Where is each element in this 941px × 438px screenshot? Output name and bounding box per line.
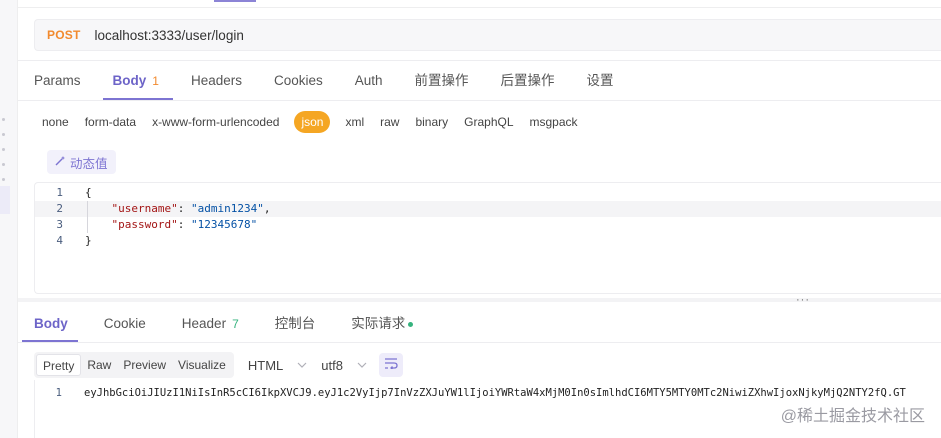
tab-auth[interactable]: Auth: [355, 62, 383, 100]
url-bar[interactable]: POST localhost:3333/user/login: [34, 19, 941, 51]
response-tabs: Body Cookie Header 7 控制台 实际请求: [22, 306, 449, 342]
line-number: 1: [55, 387, 62, 399]
json-comma: ,: [263, 202, 271, 215]
encoding-select-value: utf8: [321, 357, 343, 373]
body-type-urlencoded[interactable]: x-www-form-urlencoded: [151, 111, 280, 133]
json-value: "admin1234": [190, 202, 264, 215]
code-text: {: [85, 186, 92, 199]
line-number: 3: [56, 218, 63, 231]
wrap-lines-icon: [384, 356, 398, 374]
response-tab-cookie[interactable]: Cookie: [104, 306, 146, 342]
body-type-graphql[interactable]: GraphQL: [463, 111, 514, 133]
response-token-text: eyJhbGciOiJIUzI1NiIsInR5cCI6IkpXVCJ9.eyJ…: [84, 387, 906, 399]
dynamic-value-label: 动态值: [70, 156, 108, 171]
json-body-editor[interactable]: 1 { 2 "username": "admin1234", 3 "passwo…: [34, 182, 941, 294]
tab-body-badge: 1: [152, 74, 159, 88]
divider: [18, 100, 941, 101]
code-line: 1 {: [35, 185, 941, 201]
splitter-handle[interactable]: ···: [796, 294, 810, 306]
body-type-msgpack[interactable]: msgpack: [529, 111, 579, 133]
indent-guide: [87, 201, 88, 217]
code-line: 3 "password": "12345678": [35, 217, 941, 233]
code-text: "username": "admin1234",: [111, 202, 271, 215]
magic-wand-icon: [55, 155, 66, 169]
body-type-none[interactable]: none: [41, 111, 70, 133]
response-tab-actual-request-label: 实际请求: [351, 316, 406, 331]
view-mode-group: Pretty Raw Preview Visualize: [34, 352, 234, 378]
view-pretty-button[interactable]: Pretty: [36, 354, 82, 376]
tab-body[interactable]: Body 1: [102, 62, 174, 100]
line-number: 4: [56, 234, 63, 247]
format-select[interactable]: HTML: [248, 358, 307, 373]
encoding-select[interactable]: utf8: [321, 358, 367, 373]
left-sidebar-gutter: [0, 0, 18, 438]
response-code-line: 1 eyJhbGciOiJIUzI1NiIsInR5cCI6IkpXVCJ9.e…: [34, 385, 941, 401]
active-tab-indicator: [214, 0, 256, 2]
chevron-down-icon: [297, 360, 307, 370]
watermark: @稀土掘金技术社区: [778, 402, 927, 426]
view-raw-button[interactable]: Raw: [81, 354, 117, 376]
chevron-down-icon: [357, 360, 367, 370]
gutter-dot: [2, 148, 5, 151]
body-type-xml[interactable]: xml: [344, 111, 365, 133]
code-text: }: [85, 234, 92, 247]
response-tab-header-label: Header: [181, 316, 227, 331]
code-line: 2 "username": "admin1234",: [35, 201, 941, 217]
gutter-dot: [2, 178, 5, 181]
response-tab-console[interactable]: 控制台: [275, 306, 316, 342]
tab-body-label: Body: [112, 73, 147, 88]
gutter-dot: [2, 118, 5, 121]
tab-settings[interactable]: 设置: [587, 62, 614, 100]
body-type-selector: none form-data x-www-form-urlencoded jso…: [34, 110, 586, 134]
response-tab-actual-request[interactable]: 实际请求: [351, 306, 414, 342]
indent-guide: [87, 217, 88, 233]
view-preview-button[interactable]: Preview: [117, 354, 172, 376]
body-type-binary[interactable]: binary: [414, 111, 449, 133]
line-number: 1: [56, 186, 63, 199]
request-tabs: Params Body 1 Headers Cookies Auth 前置操作 后…: [34, 62, 646, 100]
tab-headers[interactable]: Headers: [191, 62, 242, 100]
gutter-dot: [2, 133, 5, 136]
url-input[interactable]: localhost:3333/user/login: [94, 28, 243, 43]
tab-pre-processors[interactable]: 前置操作: [415, 62, 469, 100]
body-type-json[interactable]: json: [294, 111, 331, 133]
format-select-value: HTML: [247, 357, 284, 373]
line-number: 2: [56, 202, 63, 215]
status-dot-icon: [408, 321, 414, 327]
header-count-badge: 7: [232, 317, 239, 331]
json-key: "password": [111, 218, 178, 231]
tab-cookies[interactable]: Cookies: [274, 62, 323, 100]
tab-post-processors[interactable]: 后置操作: [501, 62, 555, 100]
response-tab-header[interactable]: Header 7: [182, 306, 239, 342]
gutter-dot: [2, 163, 5, 166]
json-value: "12345678": [190, 218, 258, 231]
http-method[interactable]: POST: [47, 28, 80, 42]
top-tab-strip: [18, 0, 941, 8]
divider: [18, 342, 941, 343]
tab-params[interactable]: Params: [34, 62, 81, 100]
response-tab-body[interactable]: Body: [22, 306, 78, 342]
view-visualize-button[interactable]: Visualize: [172, 354, 232, 376]
dynamic-value-button[interactable]: 动态值: [47, 150, 116, 174]
gutter-selected-marker: [0, 186, 10, 214]
body-type-raw[interactable]: raw: [379, 111, 400, 133]
json-key: "username": [111, 202, 178, 215]
body-type-form-data[interactable]: form-data: [84, 111, 137, 133]
code-line: 4 }: [35, 233, 941, 249]
response-toolbar: Pretty Raw Preview Visualize HTML utf8: [34, 352, 403, 378]
word-wrap-button[interactable]: [378, 353, 403, 377]
code-text: "password": "12345678": [111, 218, 258, 231]
divider: [18, 60, 941, 61]
